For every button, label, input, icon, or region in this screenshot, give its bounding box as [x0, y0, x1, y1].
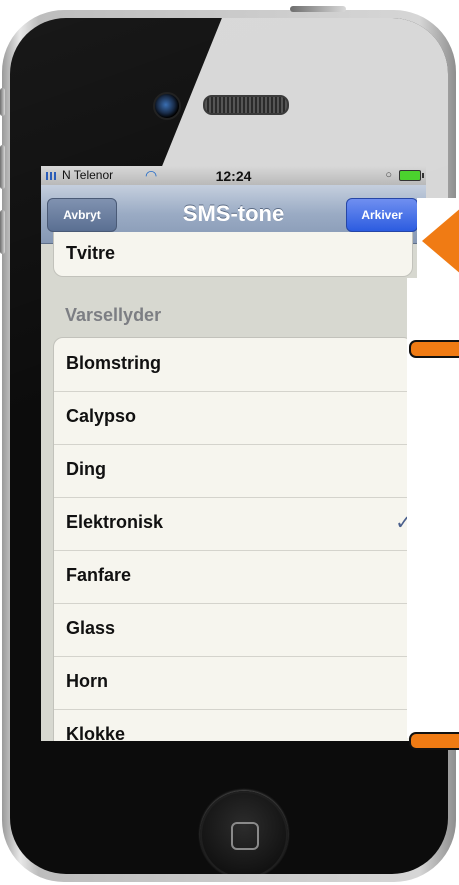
- tone-label: Ding: [66, 459, 106, 479]
- alarm-icon: ○: [385, 169, 392, 181]
- tone-row-glass[interactable]: Glass: [54, 603, 412, 657]
- tone-label: Elektronisk: [66, 512, 164, 532]
- annotation-line-bottom: [409, 732, 459, 750]
- tone-row-fanfare[interactable]: Fanfare: [54, 550, 412, 604]
- tone-row-horn[interactable]: Horn: [54, 656, 412, 710]
- speaker-grille: [203, 95, 289, 115]
- tone-label: Blomstring: [66, 353, 162, 373]
- tone-label: Calypso: [66, 406, 137, 426]
- list-item-label: Tvitre: [66, 243, 116, 263]
- tone-label: Fanfare: [66, 565, 132, 585]
- annotation-line-top: [409, 340, 459, 358]
- save-button[interactable]: Arkiver: [346, 198, 418, 232]
- sleep-button: [290, 6, 346, 12]
- home-button[interactable]: [200, 791, 288, 874]
- home-button-icon: [231, 822, 259, 850]
- tone-row-klokke[interactable]: Klokke: [54, 709, 412, 741]
- camera-icon: [153, 92, 181, 120]
- section-header: Varsellyder: [65, 305, 162, 325]
- status-bar: N Telenor ◠ 12:24 ○: [41, 166, 426, 185]
- arrow-pointer-icon: [422, 207, 459, 275]
- tone-label: Glass: [66, 618, 116, 638]
- tone-row-blomstring[interactable]: Blomstring: [54, 338, 412, 392]
- tone-list: Blomstring Calypso Ding Elektronisk ✓ Fa…: [53, 337, 413, 741]
- volume-down-button: [0, 210, 5, 254]
- tone-row-calypso[interactable]: Calypso: [54, 391, 412, 445]
- mute-switch: [0, 88, 5, 116]
- tone-row-elektronisk[interactable]: Elektronisk ✓: [54, 497, 412, 551]
- tone-label: Horn: [66, 671, 108, 691]
- battery-icon: [399, 170, 424, 181]
- tone-row-ding[interactable]: Ding: [54, 444, 412, 498]
- status-time: 12:24: [215, 168, 252, 184]
- list-item-tvitre[interactable]: Tvitre: [53, 232, 413, 277]
- phone-screen: N Telenor ◠ 12:24 ○ Avbryt SMS-tone Arki…: [41, 166, 426, 741]
- tone-label: Klokke: [66, 724, 126, 741]
- volume-up-button: [0, 145, 5, 189]
